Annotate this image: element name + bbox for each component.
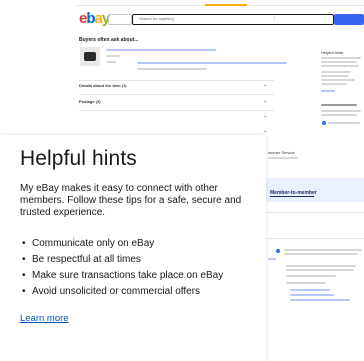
tip-item: Be respectful at all times [20, 253, 260, 267]
customer-service-label[interactable]: stomer Service [268, 150, 295, 155]
search-placeholder: Search for anything [139, 16, 174, 21]
search-button[interactable] [334, 14, 364, 25]
right-line [286, 275, 336, 277]
top-divider [75, 4, 364, 6]
right-line [286, 265, 356, 267]
product-image[interactable] [80, 47, 100, 66]
sidebar-line [321, 110, 361, 112]
search-input[interactable]: Search for anything [132, 14, 334, 25]
sidebar-link[interactable] [321, 90, 335, 92]
sidebar-title: Helpful hints [321, 50, 344, 55]
question-link-line[interactable] [137, 62, 287, 64]
chevron-down-icon[interactable]: ⌄ [263, 82, 267, 88]
tip-item: Make sure transactions take place on eBa… [20, 269, 260, 283]
right-link[interactable] [268, 258, 276, 260]
chevron-down-icon[interactable]: ⌄ [263, 113, 267, 119]
right-link[interactable] [290, 289, 330, 291]
chevron-down-icon[interactable]: ⌄ [263, 128, 267, 134]
buyers-ask-title: Buyers often ask about... [79, 37, 139, 43]
sidebar-line [321, 65, 359, 67]
category-select[interactable] [274, 16, 303, 21]
right-link[interactable] [290, 294, 334, 296]
divider [266, 238, 364, 239]
sidebar-line [321, 61, 357, 63]
sidebar-line [321, 79, 355, 81]
sidebar-line [321, 57, 361, 59]
product-meta-line [106, 61, 116, 63]
card-title: Helpful hints [20, 147, 137, 170]
sidebar-line [328, 122, 360, 124]
question-meta-line [137, 68, 207, 70]
right-line [284, 253, 358, 255]
section-details[interactable]: Details about the item (1) [79, 83, 127, 88]
product-link-line[interactable] [106, 49, 216, 51]
card-intro: My eBay makes it easy to connect with ot… [20, 183, 242, 219]
info-icon [322, 121, 326, 125]
sidebar-line [321, 75, 349, 77]
right-line [268, 157, 298, 159]
divider [79, 94, 274, 95]
info-icon [276, 249, 280, 253]
shop-by-category-button[interactable] [108, 14, 132, 25]
sidebar-line [321, 104, 357, 106]
sidebar-line [321, 71, 351, 73]
sidebar-line [321, 83, 347, 85]
member-to-member-banner: Member-to-member [266, 178, 364, 202]
helpful-hints-card: Helpful hints My eBay makes it easy to c… [0, 135, 266, 361]
section-postage[interactable]: Postage (3) [79, 99, 101, 104]
divider [266, 212, 364, 213]
tip-item: Avoid unsolicited or commercial offers [20, 285, 260, 299]
divider [79, 80, 274, 81]
product-price-line [106, 55, 120, 57]
tip-item: Communicate only on eBay [20, 237, 260, 251]
right-line [286, 282, 326, 284]
right-link[interactable] [290, 299, 350, 301]
tips-list: Communicate only on eBay Be respectful a… [20, 237, 260, 301]
chevron-down-icon[interactable]: ⌄ [263, 98, 267, 104]
learn-more-link[interactable]: Learn more [20, 313, 69, 324]
ebay-logo[interactable]: ebay [79, 10, 110, 28]
sidebar-line [321, 114, 357, 116]
divider [79, 110, 274, 111]
right-line [286, 269, 354, 271]
right-line [284, 249, 362, 251]
